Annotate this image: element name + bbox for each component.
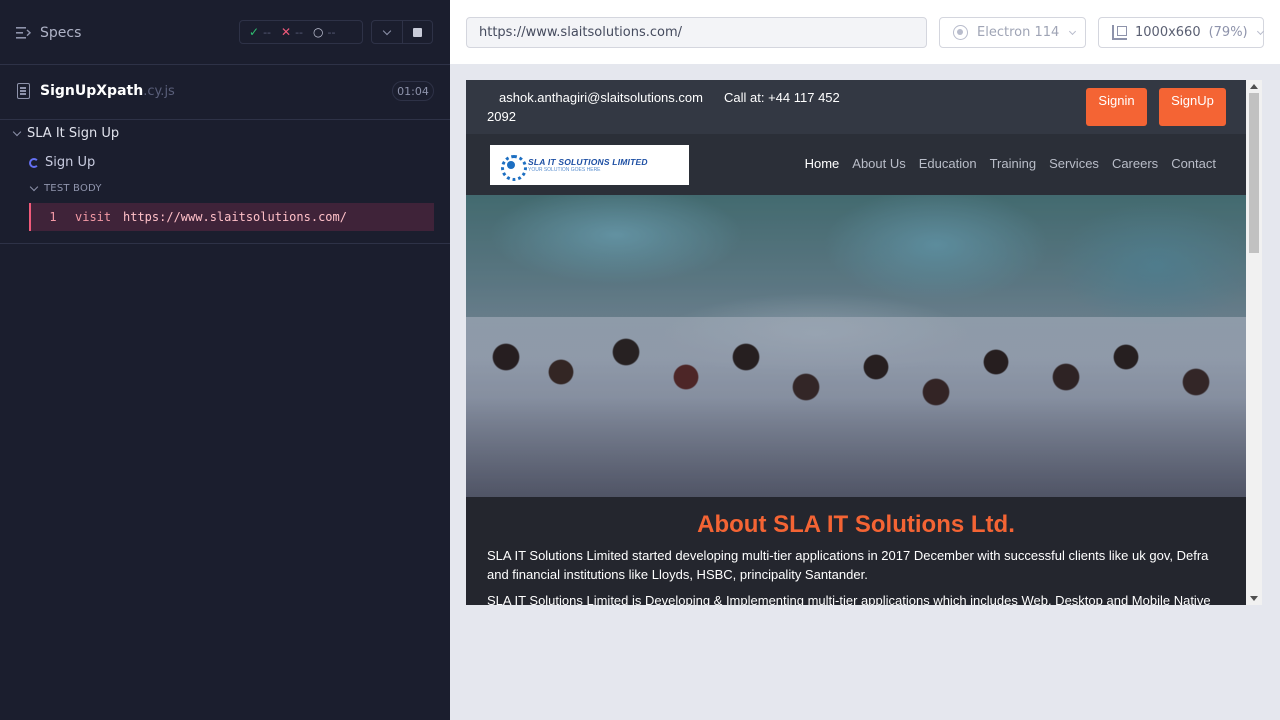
reporter-header: Specs ✓ -- ✕ -- ○ -- [0, 0, 450, 65]
viewport-size: 1000x660 [1135, 25, 1201, 40]
about-paragraph-2: SLA IT Solutions Limited is Developing &… [487, 593, 1211, 605]
browser-selector[interactable]: Electron 114 [939, 17, 1086, 48]
suite-title: SLA It Sign Up [27, 126, 120, 141]
spec-file-ext: .cy.js [143, 84, 175, 99]
hero-overlay [466, 195, 1246, 497]
logo-text: SLA IT SOLUTIONS LIMITED YOUR SOLUTION G… [528, 157, 648, 173]
logo-name: SLA IT SOLUTIONS LIMITED [528, 157, 648, 167]
running-spinner-icon [29, 157, 39, 168]
failed-stat: ✕ -- [281, 25, 303, 39]
about-paragraph-1: SLA IT Solutions Limited started develop… [487, 548, 1209, 582]
chevron-down-icon [1256, 27, 1264, 35]
stop-icon [413, 27, 422, 37]
specs-label: Specs [40, 25, 82, 41]
nav-careers[interactable]: Careers [1112, 156, 1158, 171]
command-message: https://www.slaitsolutions.com/ [123, 210, 347, 224]
passed-count: -- [263, 25, 272, 39]
aut-panel: https://www.slaitsolutions.com/ Electron… [450, 0, 1280, 720]
command-name: visit [75, 210, 112, 224]
collapse-button[interactable] [371, 20, 403, 44]
site-navbar: SLA IT SOLUTIONS LIMITED YOUR SOLUTION G… [466, 134, 1246, 195]
nav-training[interactable]: Training [990, 156, 1036, 171]
test-title-row[interactable]: Sign Up [29, 155, 95, 170]
chevron-down-icon [1069, 27, 1077, 35]
signup-button[interactable]: SignUp [1159, 88, 1226, 126]
signin-button[interactable]: Signin [1086, 88, 1147, 126]
contact-phone: Call at: +44 117 452 [724, 90, 840, 105]
spec-file-row[interactable]: SignUpXpath.cy.js 01:04 [0, 66, 450, 120]
chevron-down-icon [382, 26, 392, 35]
scroll-thumb[interactable] [1249, 93, 1259, 253]
url-bar[interactable]: https://www.slaitsolutions.com/ [466, 17, 927, 48]
chevron-down-icon [29, 182, 39, 192]
spec-file-name: SignUpXpath.cy.js [40, 83, 175, 99]
scroll-down-arrow-icon[interactable] [1250, 596, 1258, 601]
contact-email[interactable]: ashok.anthagiri@slaitsolutions.com [499, 90, 703, 105]
pending-count: -- [327, 25, 336, 39]
spec-file-basename: SignUpXpath [40, 83, 144, 99]
viewport-selector[interactable]: 1000x660 (79%) [1098, 17, 1264, 48]
nav-menu: Home About Us Education Training Service… [805, 156, 1216, 171]
passed-stat: ✓ -- [249, 25, 271, 39]
failed-count: -- [295, 25, 304, 39]
hero-image [466, 195, 1246, 497]
specs-list-icon [16, 27, 31, 39]
ruler-icon [1112, 25, 1127, 40]
reporter-panel: Specs ✓ -- ✕ -- ○ -- SignUpXpath.cy.js 01:0… [0, 0, 450, 720]
pending-icon: ○ [313, 25, 324, 39]
scroll-up-arrow-icon[interactable] [1250, 84, 1258, 89]
iframe-scrollbar[interactable] [1246, 80, 1262, 605]
command-row[interactable]: 1 visit https://www.slaitsolutions.com/ [29, 203, 434, 231]
viewport-scale: (79%) [1208, 25, 1248, 40]
nav-education[interactable]: Education [919, 156, 977, 171]
x-icon: ✕ [281, 25, 292, 39]
suite-title-row[interactable]: SLA It Sign Up [12, 126, 120, 141]
divider [0, 243, 450, 244]
about-title: About SLA IT Solutions Ltd. [697, 511, 1015, 538]
about-section: About SLA IT Solutions Ltd. SLA IT Solut… [466, 497, 1246, 605]
test-body-header[interactable]: TEST BODY [29, 182, 102, 194]
site-logo[interactable]: SLA IT SOLUTIONS LIMITED YOUR SOLUTION G… [490, 145, 689, 185]
stop-button[interactable] [403, 20, 433, 44]
browser-name: Electron 114 [977, 25, 1060, 40]
command-number: 1 [49, 210, 57, 224]
chevron-down-icon [12, 127, 22, 137]
spec-duration: 01:04 [392, 81, 434, 101]
nav-contact[interactable]: Contact [1171, 156, 1216, 171]
test-body-label: TEST BODY [44, 183, 102, 194]
logo-gear-icon [498, 152, 527, 181]
test-title: Sign Up [45, 155, 96, 170]
specs-button[interactable]: Specs [16, 22, 81, 44]
test-stats: ✓ -- ✕ -- ○ -- [239, 20, 363, 44]
nav-services[interactable]: Services [1049, 156, 1099, 171]
electron-icon [953, 25, 968, 40]
check-icon: ✓ [249, 25, 260, 39]
nav-home[interactable]: Home [805, 156, 840, 171]
document-icon [17, 83, 30, 99]
site-contact-bar: ashok.anthagiri@slaitsolutions.com Call … [466, 80, 1246, 134]
logo-tagline: YOUR SOLUTION GOES HERE [528, 167, 601, 173]
aut-header: https://www.slaitsolutions.com/ Electron… [450, 0, 1280, 64]
nav-about-us[interactable]: About Us [852, 156, 905, 171]
pending-stat: ○ -- [313, 25, 335, 39]
contact-phone-continued: 2092 [487, 109, 516, 124]
aut-iframe[interactable]: ashok.anthagiri@slaitsolutions.com Call … [466, 80, 1262, 605]
